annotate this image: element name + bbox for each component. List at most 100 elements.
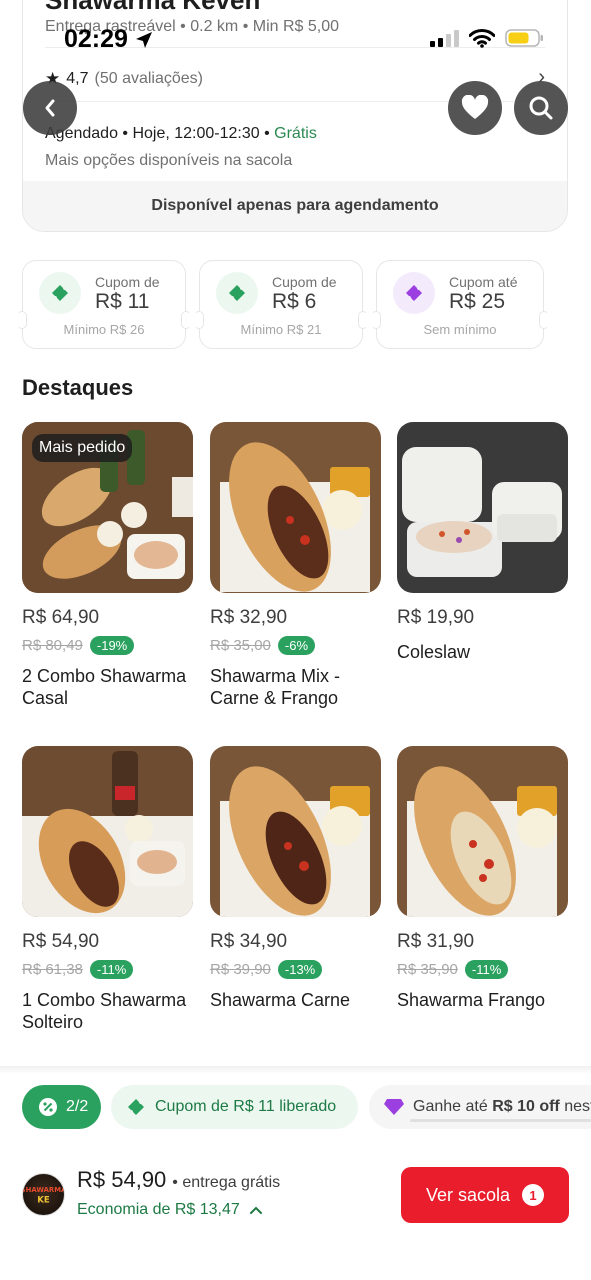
product-image xyxy=(397,746,568,917)
bottom-sheet-shadow xyxy=(0,1066,591,1074)
price-old-row: R$ 35,00 -6% xyxy=(210,634,382,656)
food-photo-icon xyxy=(210,746,381,917)
heart-icon xyxy=(461,95,489,119)
coupon-label: Cupom até xyxy=(449,274,518,290)
old-price: R$ 35,90 xyxy=(397,960,458,978)
most-ordered-badge: Mais pedido xyxy=(32,434,133,462)
back-button[interactable] xyxy=(23,81,77,135)
view-bag-label: Ver sacola xyxy=(425,1184,511,1205)
product-price: R$ 32,90 xyxy=(210,607,288,628)
cart-total-row: R$ 54,90 • entrega grátis xyxy=(77,1167,280,1193)
product-name: Coleslaw xyxy=(397,642,471,662)
coupon-icon-wrap xyxy=(39,272,81,314)
chevron-down-icon[interactable]: ⌄ xyxy=(528,0,545,6)
coupon-unlocked-text: Cupom de R$ 11 liberado xyxy=(155,1098,337,1115)
coupon-progress: 2/2 xyxy=(66,1098,89,1115)
wifi-icon xyxy=(469,28,495,48)
rating-score: 4,7 xyxy=(66,70,89,87)
product-card[interactable]: R$ 34,90 R$ 39,90 -13% Shawarma Carne xyxy=(210,746,382,1011)
product-price: R$ 54,90 xyxy=(22,931,100,952)
product-name: 1 Combo Shawarma Solteiro xyxy=(22,990,187,1032)
discount-badge: -11% xyxy=(89,959,134,979)
earn-progress-bar xyxy=(410,1119,591,1122)
search-button[interactable] xyxy=(514,81,568,135)
rating-row[interactable]: ★ 4,7 (50 avaliações) xyxy=(45,69,203,89)
delivery-free-label: Grátis xyxy=(274,125,317,142)
food-photo-icon xyxy=(210,422,381,593)
product-price: R$ 34,90 xyxy=(210,931,288,952)
logo-line-2: KE xyxy=(37,1196,50,1206)
earn-suffix: nest xyxy=(564,1098,591,1115)
view-bag-button[interactable]: Ver sacola 1 xyxy=(401,1167,569,1223)
coupon-value: R$ 25 xyxy=(449,290,506,313)
coupon-notch xyxy=(17,311,27,329)
coupon-card[interactable]: Cupom até R$ 25 Sem mínimo xyxy=(371,260,549,349)
product-card[interactable]: R$ 19,90 Coleslaw xyxy=(397,422,569,663)
delivery-info: • entrega grátis xyxy=(172,1174,281,1191)
rating-count: (50 avaliações) xyxy=(94,70,204,87)
status-icons xyxy=(430,28,545,48)
bag-count-badge: 1 xyxy=(522,1184,545,1206)
product-image xyxy=(397,422,568,593)
discount-badge: -13% xyxy=(277,959,323,979)
coupon-label: Cupom de xyxy=(272,274,337,290)
product-image xyxy=(210,422,381,593)
earn-text: Ganhe até R$ 10 off nest xyxy=(413,1098,591,1116)
coupon-notch xyxy=(194,311,204,329)
favorite-button[interactable] xyxy=(448,81,502,135)
coupon-icon-wrap xyxy=(393,272,435,314)
clock: 02:29 xyxy=(64,25,128,53)
discount-badge: -11% xyxy=(464,959,509,979)
savings-toggle[interactable]: Economia de R$ 13,47 xyxy=(77,1201,262,1219)
logo-line-1: SHAWARMA xyxy=(23,1186,64,1194)
discount-badge: -6% xyxy=(277,635,316,655)
coupon-card[interactable]: Cupom de R$ 6 Mínimo R$ 21 xyxy=(194,260,368,349)
earn-discount-pill[interactable]: Ganhe até R$ 10 off nest xyxy=(369,1085,591,1129)
product-name: Shawarma Carne xyxy=(210,990,351,1010)
discount-badge: -19% xyxy=(89,635,135,655)
coupon-minimum: Mínimo R$ 21 xyxy=(240,322,322,337)
coupon-progress-pill[interactable]: 2/2 xyxy=(22,1085,101,1129)
product-card[interactable]: R$ 54,90 R$ 61,38 -11% 1 Combo Shawarma … xyxy=(22,746,194,1033)
coupon-notch xyxy=(539,311,549,329)
price-old-row: R$ 35,90 -11% xyxy=(397,958,569,980)
product-card[interactable]: Mais pedido R$ 64,90 R$ 80,49 -19% 2 Com… xyxy=(22,422,194,709)
status-time: 02:29 xyxy=(64,25,154,54)
food-photo-icon xyxy=(22,746,193,917)
product-card[interactable]: R$ 31,90 R$ 35,90 -11% Shawarma Frango xyxy=(397,746,569,1011)
earn-prefix: Ganhe até xyxy=(413,1098,488,1115)
coupon-card[interactable]: Cupom de R$ 11 Mínimo R$ 26 xyxy=(17,260,191,349)
old-price: R$ 80,49 xyxy=(22,636,83,654)
ticket-icon xyxy=(406,285,422,301)
product-image xyxy=(210,746,381,917)
coupon-value: R$ 6 xyxy=(272,290,317,313)
product-name: 2 Combo Shawarma Casal xyxy=(22,666,187,708)
product-name: Shawarma Frango xyxy=(397,990,546,1010)
coupon-minimum: Sem mínimo xyxy=(423,322,497,337)
coupon-unlocked-pill[interactable]: Cupom de R$ 11 liberado xyxy=(111,1085,358,1129)
old-price: R$ 35,00 xyxy=(210,636,271,654)
ticket-icon xyxy=(229,285,245,301)
earn-amount: R$ 10 off xyxy=(492,1098,560,1115)
discount-icon xyxy=(39,1098,57,1116)
ticket-icon xyxy=(128,1099,144,1115)
product-price: R$ 31,90 xyxy=(397,931,475,952)
product-image: Mais pedido xyxy=(22,422,193,593)
coupon-notch xyxy=(181,311,191,329)
product-image xyxy=(22,746,193,917)
chevron-left-icon xyxy=(45,99,55,117)
coupon-label: Cupom de xyxy=(95,274,160,290)
food-photo-icon xyxy=(397,422,568,593)
coupon-notch xyxy=(358,311,368,329)
schedule-row: Agendado • Hoje, 12:00-12:30 • Grátis xyxy=(45,125,317,143)
location-arrow-icon xyxy=(135,31,152,48)
savings-text: Economia de R$ 13,47 xyxy=(77,1201,240,1218)
old-price: R$ 61,38 xyxy=(22,960,83,978)
battery-icon xyxy=(505,29,543,47)
coupon-value: R$ 11 xyxy=(95,290,150,313)
product-name: Shawarma Mix - Carne & Frango xyxy=(210,666,341,708)
old-price: R$ 39,90 xyxy=(210,960,271,978)
product-card[interactable]: R$ 32,90 R$ 35,00 -6% Shawarma Mix - Car… xyxy=(210,422,382,709)
product-price: R$ 64,90 xyxy=(22,607,100,628)
ticket-icon xyxy=(52,285,68,301)
